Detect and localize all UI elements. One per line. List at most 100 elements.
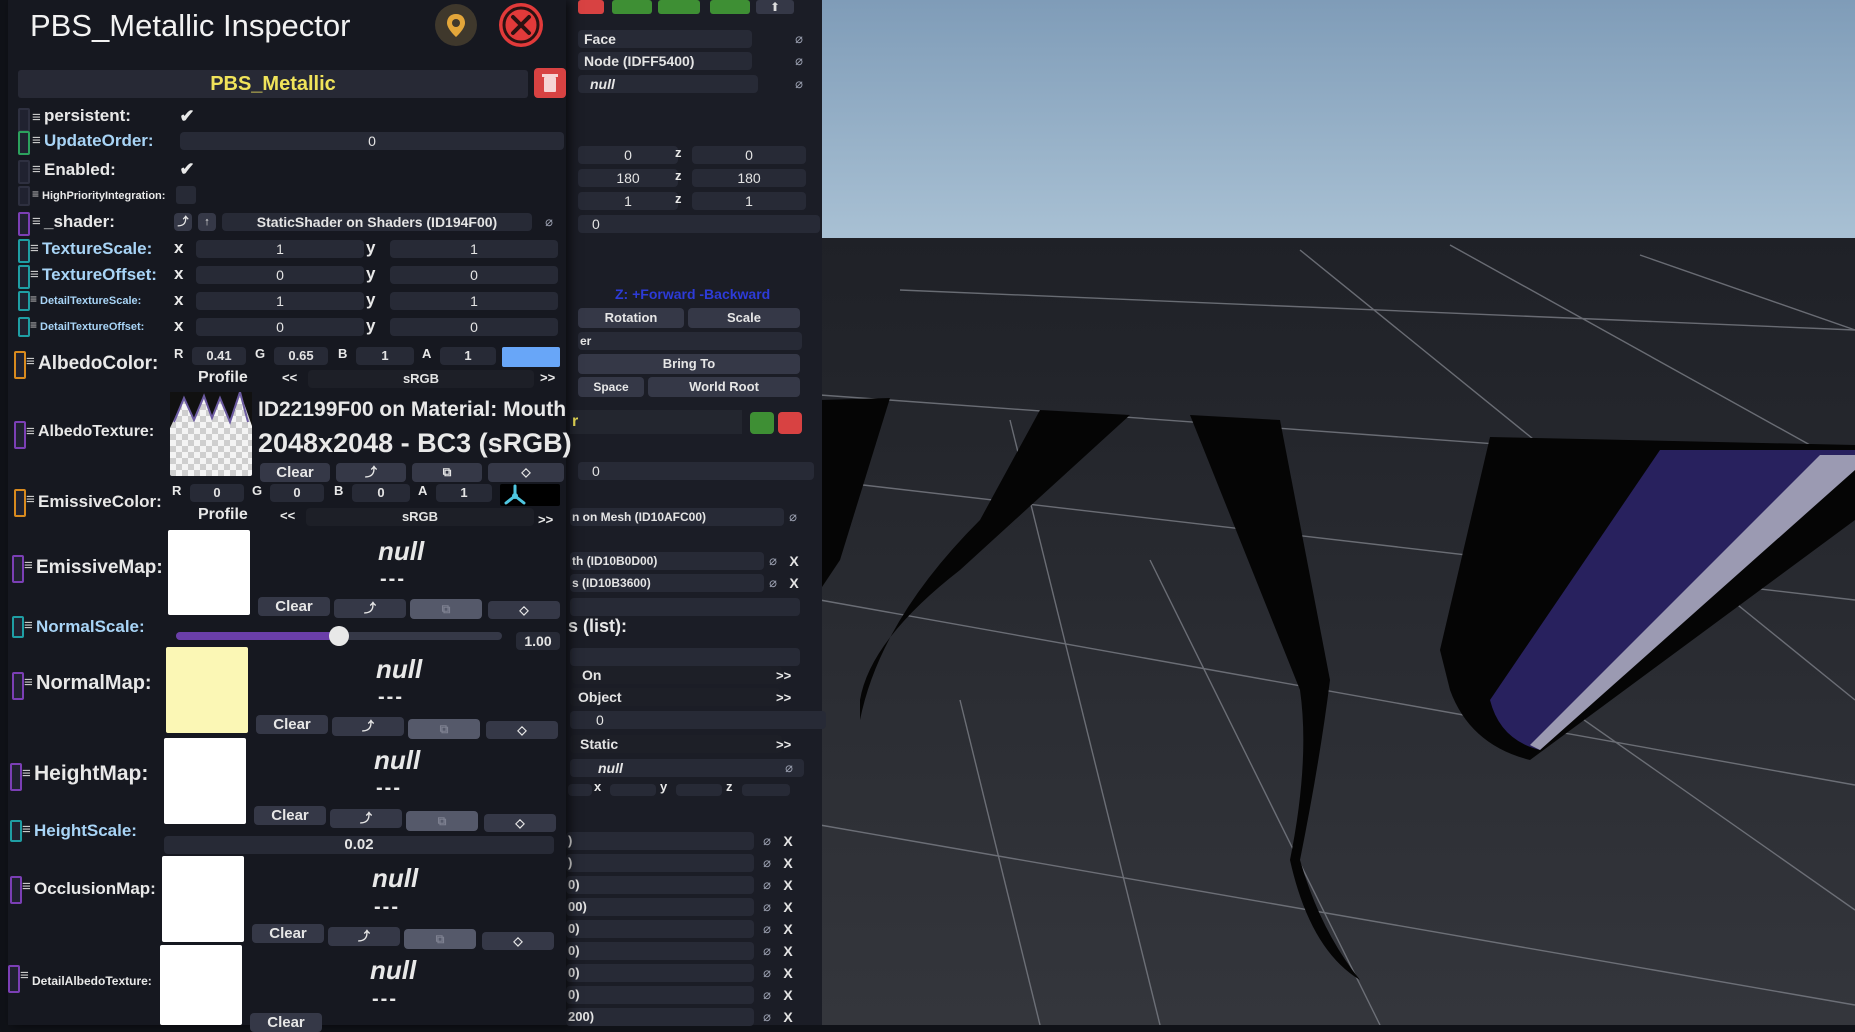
menu-icon[interactable]: ≡ [22,878,31,895]
detail-texture-offset-x[interactable]: 0 [196,318,364,336]
null-ref-icon[interactable]: ⌀ [790,30,808,48]
tiny-field[interactable] [742,784,790,796]
emissive-a-field[interactable]: 1 [436,484,492,502]
up-arrow-icon[interactable]: ⬆ [756,0,794,14]
menu-icon[interactable]: ≡ [32,187,39,201]
prev-arrow[interactable]: << [282,370,297,385]
normal-scale-value[interactable]: 1.00 [516,632,560,650]
high-priority-checkbox[interactable] [176,186,196,204]
menu-icon[interactable]: ≡ [30,266,39,283]
field-tag[interactable] [12,672,24,700]
remove-icon[interactable]: X [780,833,796,849]
rotation-z-field[interactable]: 180 [692,169,806,187]
menu-icon[interactable]: ≡ [20,967,29,984]
detail-texture-scale-x[interactable]: 1 [196,292,364,310]
field-tag[interactable] [10,820,22,842]
jump-icon[interactable]: ⤴ [330,809,402,828]
menu-icon[interactable]: ≡ [26,423,35,440]
copy-icon[interactable]: ⧉ [408,719,480,739]
normal-map-thumbnail[interactable] [166,647,248,733]
list-item[interactable]: 00) [566,898,754,916]
detail-albedo-thumbnail[interactable] [160,945,242,1025]
albedo-r-field[interactable]: 0.41 [192,347,246,365]
scale-button[interactable]: Scale [688,308,800,328]
remove-icon[interactable]: X [786,575,802,591]
null-ref-icon[interactable]: ⌀ [758,1008,776,1026]
emissive-b-field[interactable]: 0 [352,484,410,502]
next-arrow[interactable]: >> [776,668,791,683]
clear-button[interactable]: Clear [250,1013,322,1032]
remove-icon[interactable]: X [780,965,796,981]
emissive-profile-field[interactable]: sRGB [306,508,534,526]
list-item[interactable]: 0) [566,986,754,1004]
persistent-checkbox[interactable]: ✔ [176,106,198,126]
bring-to-button[interactable]: Bring To [578,354,800,374]
copy-icon[interactable]: ⧉ [412,463,482,482]
emissive-map-thumbnail[interactable] [168,530,250,615]
null-ref-icon[interactable]: ⌀ [784,508,802,526]
albedo-a-field[interactable]: 1 [440,347,496,365]
null-field[interactable]: null [578,75,758,93]
albedo-texture-thumbnail[interactable] [170,388,252,476]
value-field[interactable]: 0 [578,462,814,480]
next-arrow[interactable]: >> [538,512,553,527]
menu-icon[interactable]: ≡ [26,491,35,508]
tag-icon[interactable]: ◇ [488,463,564,482]
null-ref-icon[interactable]: ⌀ [758,898,776,916]
occlusion-map-thumbnail[interactable] [162,856,244,942]
field-tag[interactable] [12,616,24,638]
copy-icon[interactable]: ⧉ [410,599,482,619]
emissive-r-field[interactable]: 0 [190,484,244,502]
scale-z-field[interactable]: 1 [692,192,806,210]
texture-scale-y[interactable]: 1 [390,240,558,258]
clear-button[interactable]: Clear [260,463,330,482]
field-tag[interactable] [14,351,26,379]
null-ref-icon[interactable]: ⌀ [758,986,776,1004]
null-ref-icon[interactable]: ⌀ [758,942,776,960]
rotation-x-field[interactable]: 180 [578,169,678,187]
copy-icon[interactable] [750,412,774,434]
jump-icon[interactable]: ⤴ [334,599,406,618]
duplicate-icon[interactable] [710,0,750,14]
height-scale-field[interactable]: 0.02 [164,836,554,854]
null-ref-icon[interactable]: ⌀ [758,854,776,872]
scale-x-field[interactable]: 1 [578,192,678,210]
field-tag[interactable] [18,131,30,155]
field-tag[interactable] [14,421,26,449]
tag-icon[interactable]: ◇ [484,814,556,832]
menu-icon[interactable]: ≡ [22,821,31,838]
list-field[interactable]: th (ID10B0D00) [570,552,764,570]
null-ref-icon[interactable]: ⌀ [540,213,558,231]
null-ref-icon[interactable]: ⌀ [758,876,776,894]
enabled-checkbox[interactable]: ✔ [176,159,198,179]
menu-icon[interactable]: ≡ [30,292,37,306]
position-z-field[interactable]: 0 [692,146,806,164]
normal-scale-slider[interactable] [176,626,502,646]
empty-field[interactable] [570,648,800,666]
field-tag[interactable] [18,317,30,337]
field-tag[interactable] [14,489,26,517]
albedo-g-field[interactable]: 0.65 [274,347,328,365]
jump-icon[interactable]: ⤴ [336,463,406,482]
field-tag[interactable] [18,239,30,263]
rotation-button[interactable]: Rotation [578,308,684,328]
remove-icon[interactable]: X [780,921,796,937]
field-tag[interactable] [10,763,22,791]
delete-icon[interactable] [578,0,604,14]
null-ref-icon[interactable]: ⌀ [758,832,776,850]
menu-icon[interactable]: ≡ [32,132,41,149]
emissive-color-swatch[interactable] [500,484,560,506]
texture-offset-x[interactable]: 0 [196,266,364,284]
menu-icon[interactable]: ≡ [32,161,41,178]
empty-field[interactable] [570,598,800,616]
node-field[interactable]: Node (IDFF5400) [578,52,752,70]
slider-knob[interactable] [329,626,349,646]
clear-button[interactable]: Clear [256,715,328,734]
texture-offset-y[interactable]: 0 [390,266,558,284]
clear-button[interactable]: Clear [258,597,330,616]
value-field[interactable]: 0 [570,711,826,729]
update-order-field[interactable]: 0 [180,132,564,150]
menu-icon[interactable]: ≡ [32,213,41,230]
field-tag[interactable] [18,265,30,289]
menu-icon[interactable]: ≡ [30,240,39,257]
